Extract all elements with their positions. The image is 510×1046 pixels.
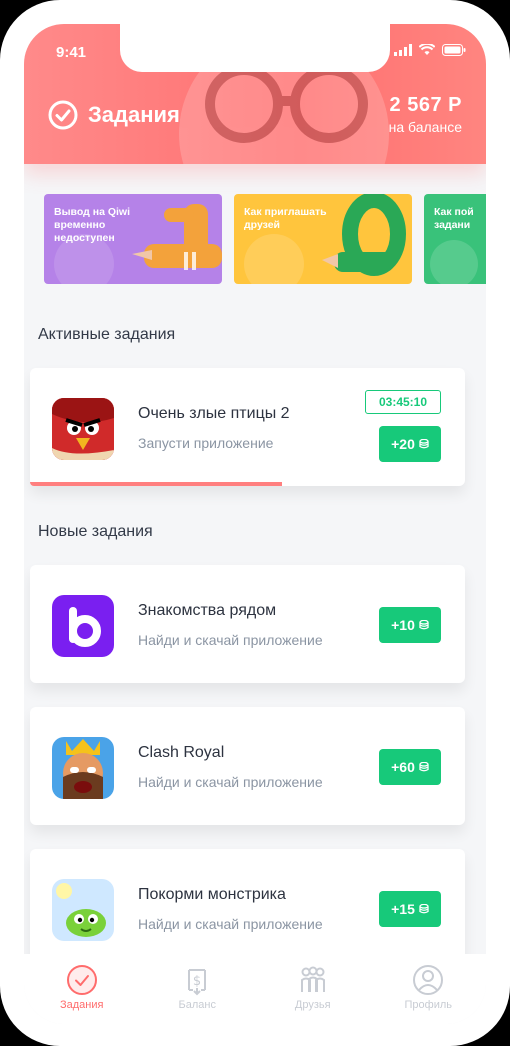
stories-carousel[interactable]: Вывод на Qiwi временно недоступен Как пр… <box>44 194 486 284</box>
tab-bar: Задания $ Баланс Друзья Профиль <box>24 954 486 1024</box>
app-screen: 9:41 Задания 2 567 Р на балансе Вывод на… <box>24 24 486 1024</box>
task-card[interactable]: Знакомства рядом Найди и скачай приложен… <box>30 565 465 683</box>
svg-text:$: $ <box>193 974 201 989</box>
tab-label: Баланс <box>178 999 216 1011</box>
story-text: Как пой задани <box>434 206 474 231</box>
task-name: Очень злые птицы 2 <box>138 405 290 422</box>
task-card[interactable]: Покорми монстрика Найди и скачай приложе… <box>30 849 465 967</box>
page-title: Задания <box>88 102 180 127</box>
task-description: Найди и скачай приложение <box>138 916 323 932</box>
tab-tasks[interactable]: Задания <box>24 954 140 1024</box>
reward-amount: +60 <box>391 759 415 775</box>
device-notch <box>120 24 390 72</box>
profile-icon <box>413 965 444 995</box>
story-card-qiwi[interactable]: Вывод на Qiwi временно недоступен <box>44 194 222 284</box>
check-circle-icon <box>66 965 97 995</box>
story-card-tasks[interactable]: Как пой задани <box>424 194 486 284</box>
task-card[interactable]: Clash Royal Найди и скачай приложение +6… <box>30 707 465 825</box>
balance-summary[interactable]: 2 567 Р на балансе <box>389 94 462 135</box>
balance-amount: 2 567 Р <box>389 94 462 116</box>
check-circle-icon <box>48 100 78 130</box>
task-name: Знакомства рядом <box>138 602 277 619</box>
story-card-invite[interactable]: Как приглашать друзей <box>234 194 412 284</box>
coin-stack-icon <box>419 762 429 772</box>
story-text: Вывод на Qiwi временно недоступен <box>54 206 130 244</box>
coin-stack-icon <box>419 439 429 449</box>
reward-button[interactable]: +60 <box>379 749 441 785</box>
tab-label: Задания <box>60 999 104 1011</box>
task-name: Покорми монстрика <box>138 886 286 903</box>
reward-amount: +20 <box>391 436 415 452</box>
balance-label: на балансе <box>388 119 462 135</box>
reward-amount: +15 <box>391 901 415 917</box>
task-timer: 03:45:10 <box>365 390 441 414</box>
task-description: Найди и скачай приложение <box>138 774 323 790</box>
coin-stack-icon <box>419 904 429 914</box>
active-task-card[interactable]: Очень злые птицы 2 Запусти приложение 03… <box>30 368 465 486</box>
task-description: Запусти приложение <box>138 435 274 451</box>
task-description: Найди и скачай приложение <box>138 632 323 648</box>
tab-balance[interactable]: $ Баланс <box>140 954 256 1024</box>
tab-label: Профиль <box>404 999 453 1011</box>
cut-the-rope-icon <box>52 879 114 941</box>
clash-royale-icon <box>52 737 114 799</box>
wifi-icon <box>419 44 435 55</box>
reward-amount: +10 <box>391 617 415 633</box>
tab-label: Друзья <box>294 999 331 1011</box>
wallet-icon: $ <box>188 969 207 996</box>
task-name: Clash Royal <box>138 744 225 761</box>
header: 9:41 Задания 2 567 Р на балансе <box>24 24 486 164</box>
friends-icon <box>300 966 325 992</box>
phone-frame: 9:41 Задания 2 567 Р на балансе Вывод на… <box>0 0 510 1046</box>
coin-stack-icon <box>419 620 429 630</box>
signal-icon <box>394 44 412 56</box>
page-title-group: Задания <box>48 100 180 130</box>
badoo-icon <box>52 595 114 657</box>
task-progress-bar <box>30 482 283 486</box>
battery-icon <box>442 44 466 56</box>
section-new-title: Новые задания <box>38 523 153 540</box>
reward-button[interactable]: +15 <box>379 891 441 927</box>
tab-profile[interactable]: Профиль <box>371 954 487 1024</box>
angry-birds-icon <box>52 398 114 460</box>
section-active-title: Активные задания <box>38 326 176 343</box>
status-time: 9:41 <box>56 44 87 61</box>
reward-button[interactable]: +20 <box>379 426 441 462</box>
tab-friends[interactable]: Друзья <box>255 954 371 1024</box>
story-text: Как приглашать друзей <box>244 206 327 231</box>
status-icons <box>394 44 466 56</box>
reward-button[interactable]: +10 <box>379 607 441 643</box>
